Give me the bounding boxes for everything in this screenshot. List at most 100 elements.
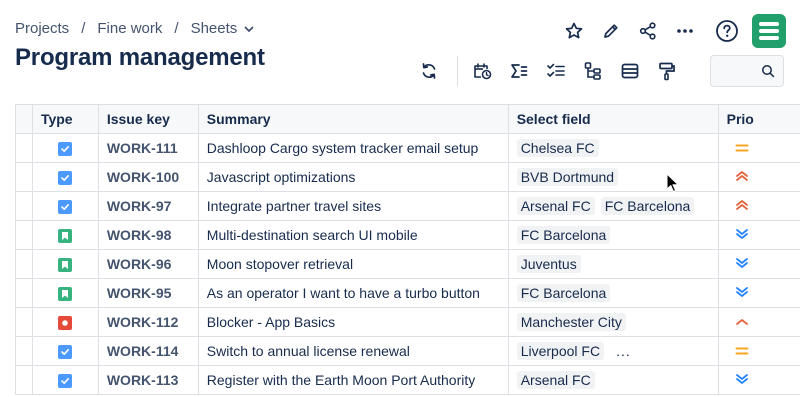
column-header-summary[interactable]: Summary [198, 104, 509, 134]
table-row[interactable]: WORK-96 Moon stopover retrieval Juventus [15, 249, 800, 279]
column-header-select-field[interactable]: Select field [508, 104, 719, 134]
table-row[interactable]: WORK-111 Dashloop Cargo system tracker em… [15, 133, 800, 163]
type-cell[interactable] [32, 336, 99, 366]
summary-cell[interactable]: Switch to annual license renewal [198, 336, 509, 366]
priority-cell[interactable] [718, 365, 800, 395]
priority-cell[interactable] [718, 162, 800, 192]
select-field-tag[interactable]: Arsenal FC [516, 371, 595, 389]
summary-cell[interactable]: Blocker - App Basics [198, 307, 509, 337]
select-field-tag[interactable]: Juventus [516, 255, 581, 273]
select-field-cell[interactable]: Liverpool FC... [508, 336, 719, 366]
chevron-down-icon[interactable] [243, 23, 255, 35]
priority-cell[interactable] [718, 220, 800, 250]
summary-cell[interactable]: Register with the Earth Moon Port Author… [198, 365, 509, 395]
issue-key-link[interactable]: WORK-113 [107, 372, 179, 388]
more-icon[interactable] [670, 16, 700, 46]
table-row[interactable]: WORK-95 As an operator I want to have a t… [15, 278, 800, 308]
select-field-tag[interactable]: BVB Dortmund [516, 168, 619, 186]
row-gutter[interactable] [15, 307, 33, 337]
issue-key-cell[interactable]: WORK-95 [98, 278, 199, 308]
table-row[interactable]: WORK-114 Switch to annual license renewal… [15, 336, 800, 366]
issue-key-link[interactable]: WORK-100 [107, 169, 179, 185]
issue-key-link[interactable]: WORK-114 [107, 343, 179, 359]
column-header-priority[interactable]: Prio [718, 104, 800, 134]
summary-cell[interactable]: Javascript optimizations [198, 162, 509, 192]
table-row[interactable]: WORK-113 Register with the Earth Moon Por… [15, 365, 800, 395]
column-header-type[interactable]: Type [32, 104, 99, 134]
refresh-icon[interactable] [415, 57, 443, 85]
search-input[interactable] [710, 55, 784, 87]
type-cell[interactable] [32, 191, 99, 221]
issue-key-link[interactable]: WORK-95 [107, 285, 172, 301]
sum-icon[interactable] [505, 57, 533, 85]
select-field-cell[interactable]: Juventus [508, 249, 719, 279]
row-gutter[interactable] [15, 133, 33, 163]
issue-key-cell[interactable]: WORK-100 [98, 162, 199, 192]
priority-cell[interactable] [718, 278, 800, 308]
table-row[interactable]: WORK-98 Multi-destination search UI mobil… [15, 220, 800, 250]
summary-cell[interactable]: Multi-destination search UI mobile [198, 220, 509, 250]
hierarchy-icon[interactable] [579, 57, 607, 85]
star-icon[interactable] [559, 16, 589, 46]
help-icon[interactable] [712, 16, 742, 46]
row-gutter[interactable] [15, 249, 33, 279]
issue-key-cell[interactable]: WORK-111 [98, 133, 199, 163]
more-tags-indicator[interactable]: ... [616, 343, 631, 359]
type-cell[interactable] [32, 278, 99, 308]
issue-key-cell[interactable]: WORK-98 [98, 220, 199, 250]
type-cell[interactable] [32, 249, 99, 279]
select-field-tag[interactable]: Liverpool FC [516, 342, 605, 360]
priority-cell[interactable] [718, 133, 800, 163]
type-cell[interactable] [32, 307, 99, 337]
select-field-cell[interactable]: BVB Dortmund [508, 162, 719, 192]
select-field-cell[interactable]: Arsenal FC FC Barcelona [508, 191, 719, 221]
issue-key-link[interactable]: WORK-112 [107, 314, 179, 330]
schedule-icon[interactable] [468, 57, 496, 85]
breadcrumb-sheets[interactable]: Sheets [191, 20, 238, 37]
summary-cell[interactable]: Integrate partner travel sites [198, 191, 509, 221]
select-field-tag[interactable]: Chelsea FC [516, 139, 599, 157]
select-field-tag[interactable]: Arsenal FC [516, 197, 595, 215]
priority-cell[interactable] [718, 249, 800, 279]
issue-key-link[interactable]: WORK-96 [107, 256, 172, 272]
priority-cell[interactable] [718, 191, 800, 221]
type-cell[interactable] [32, 365, 99, 395]
issue-key-link[interactable]: WORK-98 [107, 227, 172, 243]
select-field-cell[interactable]: Manchester City [508, 307, 719, 337]
row-gutter[interactable] [15, 191, 33, 221]
type-cell[interactable] [32, 133, 99, 163]
format-paint-icon[interactable] [653, 57, 681, 85]
select-field-tag[interactable]: FC Barcelona [516, 284, 611, 302]
column-header-issue-key[interactable]: Issue key [98, 104, 199, 134]
pencil-icon[interactable] [596, 16, 626, 46]
select-field-cell[interactable]: FC Barcelona [508, 220, 719, 250]
summary-cell[interactable]: Moon stopover retrieval [198, 249, 509, 279]
issue-key-cell[interactable]: WORK-112 [98, 307, 199, 337]
priority-cell[interactable] [718, 336, 800, 366]
issue-key-cell[interactable]: WORK-96 [98, 249, 199, 279]
checklist-icon[interactable] [542, 57, 570, 85]
issue-key-cell[interactable]: WORK-113 [98, 365, 199, 395]
table-row[interactable]: WORK-112 Blocker - App Basics Manchester C… [15, 307, 800, 337]
table-row[interactable]: WORK-100 Javascript optimizations BVB Dort… [15, 162, 800, 192]
issue-key-link[interactable]: WORK-97 [107, 198, 172, 214]
issue-key-link[interactable]: WORK-111 [107, 140, 178, 156]
breadcrumb-projects[interactable]: Projects [15, 20, 69, 37]
type-cell[interactable] [32, 162, 99, 192]
breadcrumb-fine-work[interactable]: Fine work [97, 20, 162, 37]
row-gutter[interactable] [15, 365, 33, 395]
type-cell[interactable] [32, 220, 99, 250]
rows-icon[interactable] [616, 57, 644, 85]
row-gutter[interactable] [15, 336, 33, 366]
issue-key-cell[interactable]: WORK-114 [98, 336, 199, 366]
app-logo[interactable] [752, 14, 786, 48]
table-row[interactable]: WORK-97 Integrate partner travel sites Ars… [15, 191, 800, 221]
select-field-cell[interactable]: Arsenal FC [508, 365, 719, 395]
select-field-tag[interactable]: FC Barcelona [600, 197, 695, 215]
select-field-cell[interactable]: Chelsea FC [508, 133, 719, 163]
priority-cell[interactable] [718, 307, 800, 337]
select-field-cell[interactable]: FC Barcelona [508, 278, 719, 308]
row-gutter[interactable] [15, 220, 33, 250]
summary-cell[interactable]: As an operator I want to have a turbo bu… [198, 278, 509, 308]
share-icon[interactable] [633, 16, 663, 46]
